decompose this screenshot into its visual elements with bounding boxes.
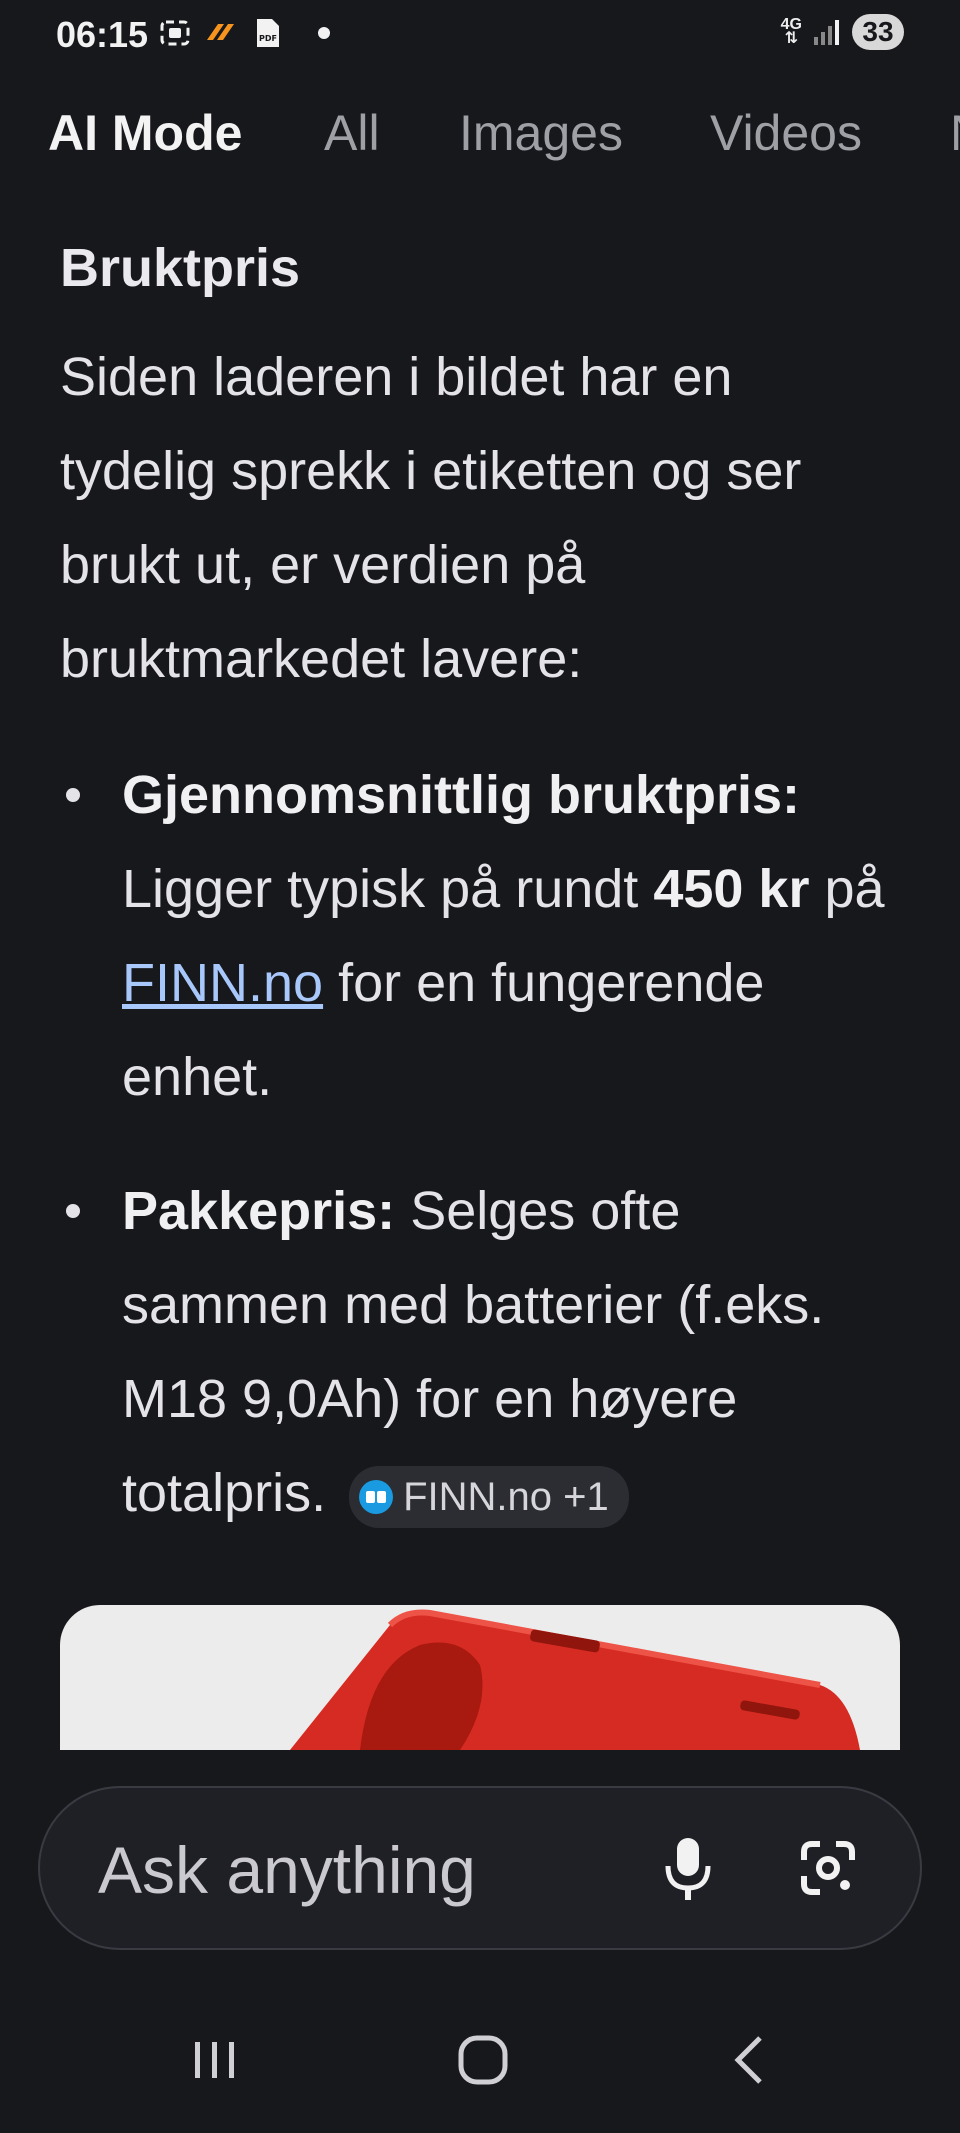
list-item: Pakkepris: Selges ofte sammen med batter… (60, 1164, 900, 1540)
system-nav-bar (0, 2020, 960, 2110)
back-icon[interactable] (722, 2030, 782, 2090)
bullet-text: på (824, 859, 885, 919)
source-chip-label: FINN.no +1 (403, 1474, 609, 1519)
signal-icon (814, 20, 839, 45)
search-tabs: AI Mode All Images Videos N (0, 100, 960, 180)
product-image-card[interactable] (60, 1605, 900, 1750)
source-favicon-icon (359, 1479, 394, 1514)
data-arrows-icon: ⇅ (784, 30, 799, 47)
pdf-icon: PDF (257, 19, 279, 47)
price-value: 450 kr (653, 859, 810, 919)
notification-dot (318, 27, 330, 39)
finn-link[interactable]: FINN.no (122, 953, 323, 1013)
recent-apps-icon[interactable] (185, 2030, 245, 2090)
tab-videos[interactable]: Videos (710, 104, 862, 162)
network-indicator: 4G ⇅ (781, 17, 802, 47)
status-time: 06:15 (56, 14, 149, 55)
home-icon[interactable] (453, 2030, 513, 2090)
battery-indicator: 33 (852, 14, 904, 50)
list-item: Gjennomsnittlig bruktpris: Ligger typisk… (60, 748, 900, 1124)
tab-images[interactable]: Images (459, 104, 623, 162)
tab-ai-mode[interactable]: AI Mode (48, 104, 242, 162)
status-bar: 06:15 PDF 4G ⇅ 33 (0, 0, 960, 70)
intro-paragraph: Siden laderen i bildet har en tydelig sp… (60, 347, 802, 689)
google-lens-icon[interactable] (798, 1838, 858, 1898)
status-icons-left: PDF (158, 16, 330, 50)
bullet-label: Pakkepris: (122, 1181, 396, 1241)
bullet-label: Gjennomsnittlig bruktpris: (122, 765, 801, 825)
charger-product-image (290, 1609, 860, 1750)
tab-more[interactable]: N (950, 104, 960, 162)
tab-all[interactable]: All (324, 104, 380, 162)
status-right: 4G ⇅ 33 (781, 14, 904, 50)
app-notification-icon (207, 24, 234, 40)
bullet-text: Ligger typisk på rundt (122, 859, 639, 919)
source-chip[interactable]: FINN.no +1 (349, 1465, 629, 1528)
ask-input-bar[interactable]: Ask anything (38, 1786, 922, 1950)
ai-answer: Bruktpris Siden laderen i bildet har en … (60, 228, 900, 1580)
svg-text:PDF: PDF (259, 34, 277, 43)
microphone-icon[interactable] (660, 1834, 716, 1904)
ask-input[interactable]: Ask anything (98, 1832, 476, 1908)
bullet-list: Gjennomsnittlig bruktpris: Ligger typisk… (60, 748, 900, 1540)
section-heading: Bruktpris (60, 238, 301, 298)
screenshot-icon (160, 20, 190, 46)
